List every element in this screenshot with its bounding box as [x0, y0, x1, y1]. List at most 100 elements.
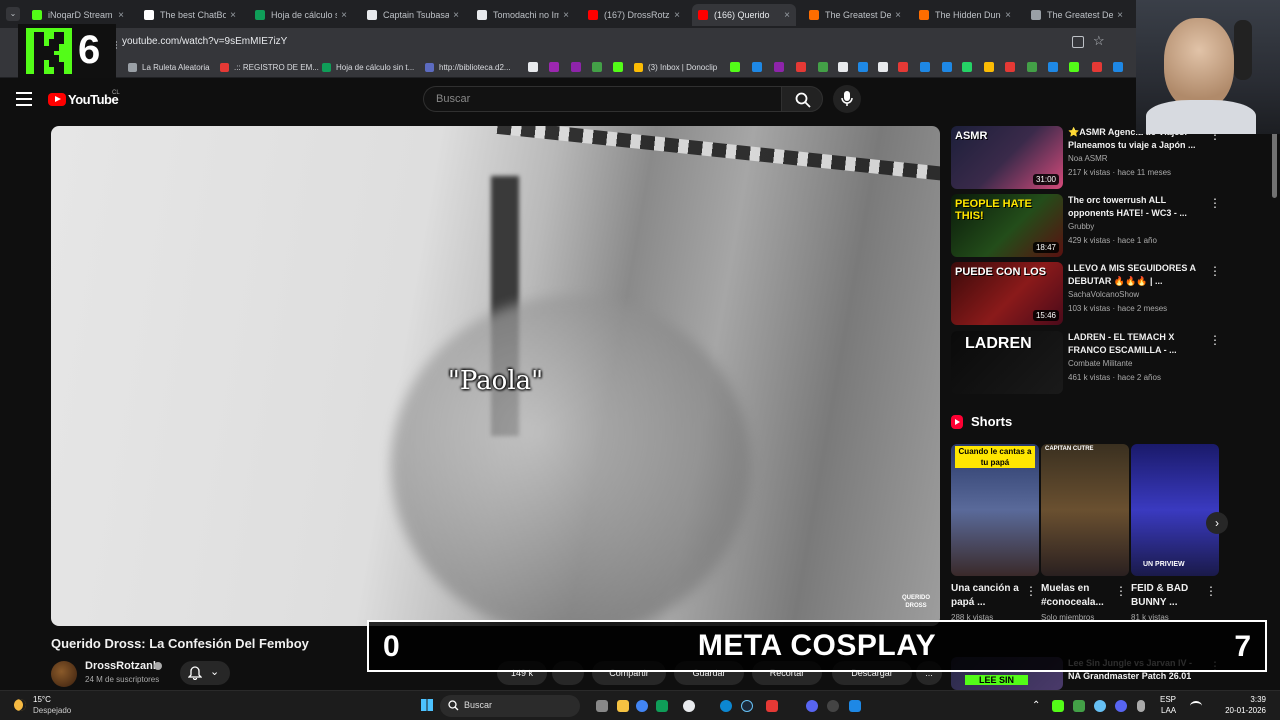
bookmark-icon[interactable]	[1069, 62, 1079, 72]
video-player[interactable]: "Paola" QUERIDO DROSS	[51, 126, 940, 626]
recommended-video-channel[interactable]: SachaVolcanoShow	[1068, 290, 1139, 299]
bookmark-icon[interactable]	[962, 62, 972, 72]
bookmark-item[interactable]: La Ruleta Aleatoria	[128, 60, 210, 74]
video-thumbnail[interactable]: ASMR 31:00	[951, 126, 1063, 189]
close-tab-icon[interactable]: ×	[230, 10, 236, 21]
channel-avatar[interactable]	[51, 661, 77, 687]
browser-tab[interactable]: Tomodachi no Ime×	[471, 4, 575, 26]
video-thumbnail[interactable]: PUEDE CON LOS 15:46	[951, 262, 1063, 325]
close-tab-icon[interactable]: ×	[674, 10, 680, 21]
browser-tab[interactable]: Hoja de cálculo si ×	[249, 4, 353, 26]
browser-tab[interactable]: The best ChatBot ×	[138, 4, 242, 26]
language-indicator[interactable]: ESP	[1160, 695, 1176, 704]
more-options-icon[interactable]: ⋮	[1025, 584, 1037, 598]
bookmark-icon[interactable]	[528, 62, 538, 72]
recommended-video[interactable]: LADREN LADREN - EL TEMACH X FRANCO ESCAMI…	[951, 331, 1231, 395]
bookmark-icon[interactable]	[818, 62, 828, 72]
sheets-icon[interactable]	[656, 700, 668, 712]
tray-app-icon[interactable]	[1052, 700, 1064, 712]
search-input[interactable]: Buscar	[423, 86, 781, 112]
more-options-icon[interactable]: ⋮	[1115, 584, 1127, 598]
browser-tab[interactable]: iNoqarD Stream ×	[26, 4, 130, 26]
recommended-video-channel[interactable]: Combate Militante	[1068, 359, 1132, 368]
tray-steam-icon[interactable]	[1094, 700, 1106, 712]
bookmark-item[interactable]: Hoja de cálculo sin t...	[322, 60, 414, 74]
recommended-video-channel[interactable]: Grubby	[1068, 222, 1094, 231]
short-title[interactable]: Muelas en #conoceala...	[1041, 582, 1121, 610]
bookmark-icon[interactable]	[858, 62, 868, 72]
voice-search-button[interactable]	[833, 85, 861, 113]
shorts-next-button[interactable]: ›	[1206, 512, 1228, 534]
short-title[interactable]: FEID & BAD BUNNY ...	[1131, 582, 1211, 610]
browser-tab[interactable]: (166) Querido ×	[692, 4, 796, 26]
search-button[interactable]	[781, 86, 823, 112]
bookmark-item[interactable]: .:: REGISTRO DE EM...	[220, 60, 319, 74]
bookmark-icon[interactable]	[920, 62, 930, 72]
url-field[interactable]: youtube.com/watch?v=9sEmMIE7izY	[122, 34, 1062, 50]
browser-tab[interactable]: The Hidden Dung ×	[913, 4, 1017, 26]
more-options-icon[interactable]: ⋮	[1205, 584, 1217, 598]
more-options-icon[interactable]: ⋮	[1209, 333, 1221, 347]
tray-chevron-icon[interactable]: ⌃	[1032, 700, 1044, 712]
close-tab-icon[interactable]: ×	[453, 10, 459, 21]
recommended-video[interactable]: PEOPLE HATE THIS! 18:47 The orc towerrush …	[951, 194, 1231, 258]
recommended-video[interactable]: PUEDE CON LOS 15:46 LLEVO A MIS SEGUIDORES…	[951, 262, 1231, 326]
short-title[interactable]: Una canción a papá ...	[951, 582, 1031, 610]
recommended-video-title[interactable]: LLEVO A MIS SEGUIDORES A DEBUTAR 🔥🔥🔥 | .…	[1068, 262, 1198, 288]
install-app-icon[interactable]	[1072, 36, 1084, 48]
bookmark-icon[interactable]	[796, 62, 806, 72]
bookmark-icon[interactable]	[592, 62, 602, 72]
short-thumbnail[interactable]: UN PRIVIEW	[1131, 444, 1219, 576]
youtube-logo[interactable]: YouTube	[48, 92, 119, 107]
taskbar-search[interactable]: Buscar	[440, 695, 580, 717]
recommended-video-title[interactable]: The orc towerrush ALL opponents HATE! - …	[1068, 194, 1198, 220]
bookmark-icon[interactable]	[878, 62, 888, 72]
bookmark-item[interactable]: (3) Inbox | Donoclip	[634, 60, 717, 74]
github-icon[interactable]	[683, 700, 695, 712]
discord-icon[interactable]	[806, 700, 818, 712]
bookmark-icon[interactable]	[774, 62, 784, 72]
channel-name[interactable]: DrossRotzank	[85, 660, 159, 672]
bookmark-icon[interactable]	[1005, 62, 1015, 72]
clock-date[interactable]: 20-01-2026	[1222, 706, 1266, 715]
bookmark-icon[interactable]	[898, 62, 908, 72]
tab-list-icon[interactable]: ⌄	[6, 7, 20, 21]
bookmark-icon[interactable]	[549, 62, 559, 72]
close-tab-icon[interactable]: ×	[784, 10, 790, 21]
bookmark-star-icon[interactable]: ☆	[1093, 33, 1105, 49]
chrome-icon[interactable]	[636, 700, 648, 712]
video-thumbnail[interactable]: LADREN	[951, 331, 1063, 394]
browser-tab[interactable]: Captain Tsubasa (×	[361, 4, 465, 26]
short-thumbnail[interactable]: Cuando le cantas a tu papá	[951, 444, 1039, 576]
close-tab-icon[interactable]: ×	[341, 10, 347, 21]
menu-icon[interactable]	[16, 92, 32, 106]
start-button[interactable]	[421, 699, 433, 711]
video-thumbnail[interactable]: PEOPLE HATE THIS! 18:47	[951, 194, 1063, 257]
tray-app-icon[interactable]	[1073, 700, 1085, 712]
more-options-icon[interactable]: ⋮	[1209, 196, 1221, 210]
obs-icon[interactable]	[827, 700, 839, 712]
more-options-icon[interactable]: ⋮	[1209, 264, 1221, 278]
bookmark-icon[interactable]	[730, 62, 740, 72]
close-tab-icon[interactable]: ×	[118, 10, 124, 21]
file-explorer-icon[interactable]	[617, 700, 629, 712]
network-icon[interactable]	[1190, 701, 1202, 711]
close-tab-icon[interactable]: ×	[895, 10, 901, 21]
bookmark-icon[interactable]	[571, 62, 581, 72]
notifications-button[interactable]: ⌄	[180, 661, 230, 685]
close-tab-icon[interactable]: ×	[1005, 10, 1011, 21]
bookmark-icon[interactable]	[1048, 62, 1058, 72]
bookmark-item[interactable]: http://biblioteca.d2...	[425, 60, 511, 74]
edge-icon[interactable]	[720, 700, 732, 712]
bookmark-icon[interactable]	[1113, 62, 1123, 72]
bookmark-icon[interactable]	[942, 62, 952, 72]
taskbar-app-icon[interactable]	[766, 700, 778, 712]
taskbar-app-icon[interactable]	[849, 700, 861, 712]
bookmark-icon[interactable]	[838, 62, 848, 72]
task-view-icon[interactable]	[596, 700, 608, 712]
browser-tab[interactable]: (167) DrossRotzan ×	[582, 4, 686, 26]
close-tab-icon[interactable]: ×	[563, 10, 569, 21]
recommended-video[interactable]: ASMR 31:00 ⭐ASMR Agencia de Viajes: Planea…	[951, 126, 1231, 190]
tray-discord-icon[interactable]	[1115, 700, 1127, 712]
clock-time[interactable]: 3:39	[1222, 695, 1266, 704]
